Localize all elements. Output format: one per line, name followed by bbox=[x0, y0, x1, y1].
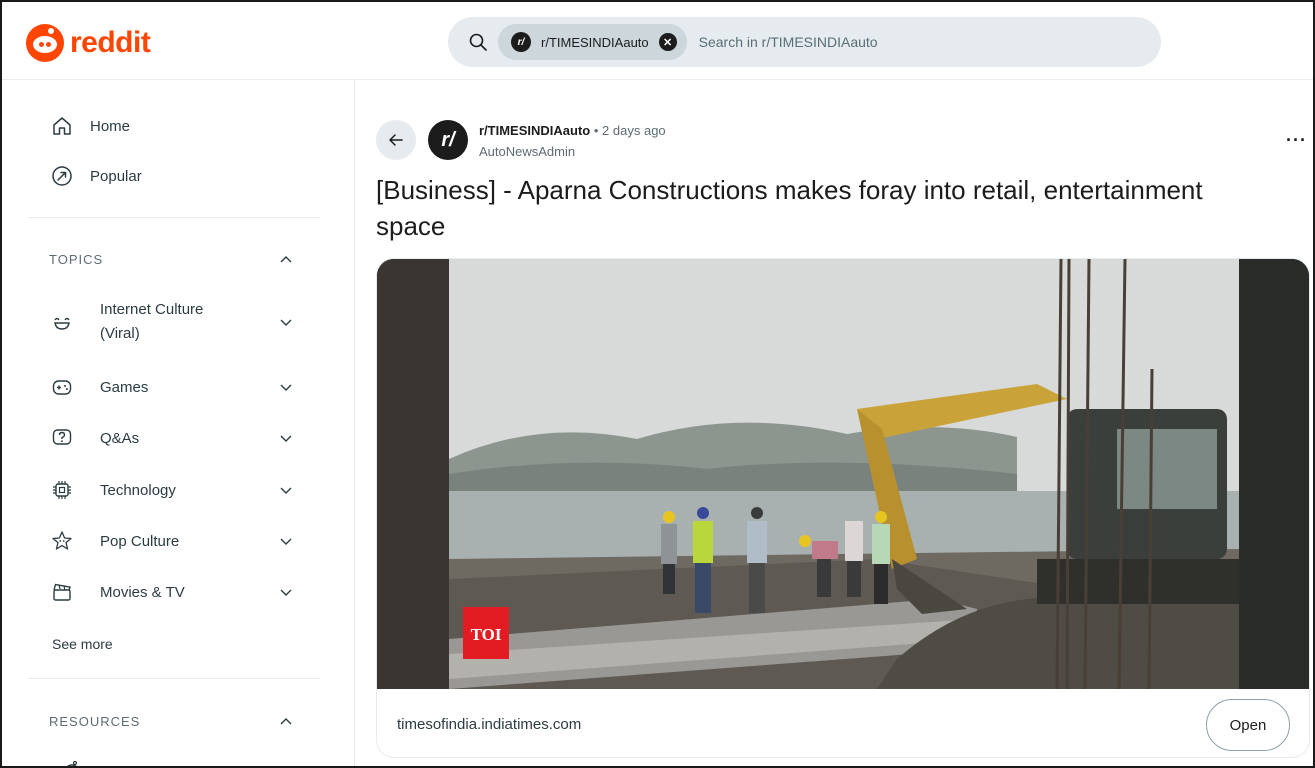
sidebar-item-popular[interactable]: Popular bbox=[50, 164, 142, 188]
sidebar-divider bbox=[28, 217, 320, 218]
chevron-down-icon[interactable] bbox=[278, 314, 294, 330]
sidebar-item-movies-tv[interactable]: Movies & TV bbox=[50, 580, 300, 604]
sidebar-item-label: Home bbox=[90, 117, 131, 135]
resources-section-label: RESOURCES bbox=[49, 714, 141, 729]
subreddit-link[interactable]: r/TIMESINDIAauto bbox=[479, 123, 590, 138]
sidebar-item-home[interactable]: Home bbox=[50, 114, 130, 138]
sidebar-item-label: Popular bbox=[90, 167, 142, 185]
clear-chip-close-icon[interactable]: ✕ bbox=[658, 33, 677, 51]
pop-culture-icon bbox=[50, 529, 74, 553]
home-icon bbox=[50, 114, 74, 138]
reddit-snoo-icon bbox=[26, 24, 64, 62]
meta-separator: • bbox=[593, 123, 599, 138]
sidebar-item-label: Technology bbox=[100, 481, 176, 499]
back-button[interactable] bbox=[376, 120, 416, 160]
chevron-down-icon[interactable] bbox=[278, 482, 294, 498]
sidebar-item-internet-culture[interactable]: Internet Culture (Viral) bbox=[50, 298, 300, 346]
chevron-down-icon[interactable] bbox=[278, 584, 294, 600]
sidebar-item-label: Games bbox=[100, 378, 149, 396]
search-bar[interactable]: r/ r/TIMESINDIAauto ✕ Search in r/TIMESI… bbox=[448, 17, 1161, 67]
sidebar-item-label: Movies & TV bbox=[100, 583, 185, 601]
reddit-wordmark: reddit bbox=[70, 26, 151, 59]
post-image[interactable]: TOI bbox=[377, 259, 1309, 689]
sidebar-item-technology[interactable]: Technology bbox=[50, 478, 300, 502]
reddit-logo[interactable]: reddit bbox=[26, 24, 151, 62]
post-author[interactable]: AutoNewsAdmin bbox=[479, 144, 575, 159]
games-icon bbox=[50, 375, 74, 399]
technology-icon bbox=[50, 478, 74, 502]
subreddit-filter-chip[interactable]: r/ r/TIMESINDIAauto ✕ bbox=[498, 24, 687, 60]
sidebar-item-qas[interactable]: Q&As bbox=[50, 426, 300, 450]
sidebar-item-games[interactable]: Games bbox=[50, 375, 300, 399]
chevron-up-icon[interactable] bbox=[278, 714, 294, 730]
arrow-left-icon bbox=[389, 134, 403, 146]
chevron-up-icon[interactable] bbox=[278, 252, 294, 268]
open-link-button[interactable]: Open bbox=[1206, 699, 1290, 751]
toi-badge: TOI bbox=[471, 625, 502, 644]
topics-section-label: TOPICS bbox=[49, 252, 104, 267]
search-input[interactable]: Search in r/TIMESINDIAauto bbox=[699, 34, 878, 50]
subreddit-chip-label: r/TIMESINDIAauto bbox=[541, 34, 649, 50]
qa-icon bbox=[50, 426, 74, 450]
top-header: reddit r/ r/TIMESINDIAauto ✕ Search in r… bbox=[2, 2, 1313, 80]
sidebar-item-label: Q&As bbox=[100, 429, 140, 447]
subreddit-chip-avatar: r/ bbox=[511, 32, 531, 52]
popular-icon bbox=[50, 164, 74, 188]
chevron-down-icon[interactable] bbox=[278, 533, 294, 549]
see-more-link[interactable]: See more bbox=[52, 636, 113, 652]
chevron-down-icon[interactable] bbox=[278, 379, 294, 395]
post-timestamp: 2 days ago bbox=[602, 123, 666, 138]
subreddit-avatar[interactable]: r/ bbox=[428, 120, 468, 160]
chevron-down-icon[interactable] bbox=[278, 430, 294, 446]
movies-tv-icon bbox=[50, 580, 74, 604]
post-title: [Business] - Aparna Constructions makes … bbox=[376, 175, 1203, 241]
sidebar-item-label: Internet Culture (Viral) bbox=[100, 301, 204, 342]
post-meta: r/TIMESINDIAauto • 2 days ago bbox=[479, 123, 666, 138]
sidebar-item-pop-culture[interactable]: Pop Culture bbox=[50, 529, 300, 553]
search-icon bbox=[468, 32, 488, 52]
link-domain[interactable]: timesofindia.indiatimes.com bbox=[397, 716, 581, 733]
more-options-button[interactable]: ··· bbox=[1286, 130, 1307, 151]
browser-frame: reddit r/ r/TIMESINDIAauto ✕ Search in r… bbox=[0, 0, 1315, 768]
link-footer: timesofindia.indiatimes.com Open bbox=[377, 689, 1309, 757]
internet-culture-icon bbox=[50, 310, 74, 334]
link-preview-card[interactable]: TOI timesofindia.indiatimes.com Open bbox=[376, 258, 1310, 758]
sidebar-item-label: Pop Culture bbox=[100, 532, 180, 550]
sidebar-divider bbox=[28, 678, 320, 679]
left-sidebar: Home Popular TOPICS Internet Culture (Vi… bbox=[2, 80, 355, 766]
about-reddit-icon bbox=[60, 758, 84, 766]
